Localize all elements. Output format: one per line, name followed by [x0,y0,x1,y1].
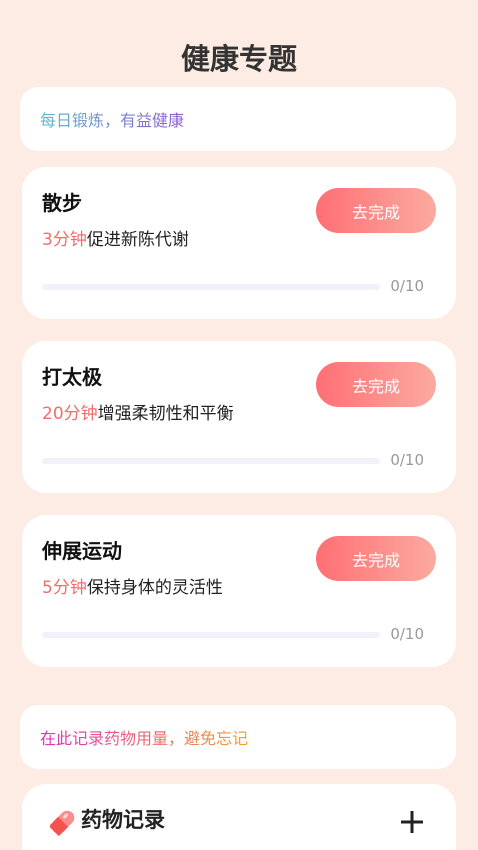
medicine-banner: 在此记录药物用量，避免忘记 [20,705,456,769]
task-card-stretch: 伸展运动 5分钟保持身体的灵活性 去完成 0/10 [22,515,456,667]
plus-icon[interactable] [398,808,426,836]
task-title: 散步 [42,191,82,215]
medicine-banner-text: 在此记录药物用量，避免忘记 [40,725,248,749]
go-complete-button[interactable]: 去完成 [316,536,436,581]
page-title: 健康专题 [180,42,297,76]
task-description: 3分钟促进新陈代谢 [42,225,189,250]
progress-count: 0/10 [390,277,424,295]
task-benefit: 促进新陈代谢 [86,230,189,250]
progress-bar [42,284,380,290]
task-duration: 3分钟 [42,230,87,250]
progress-bar [42,632,380,638]
medicine-record-card[interactable]: 药物记录 [22,784,456,850]
exercise-banner-text: 每日锻炼，有益健康 [40,107,184,131]
task-description: 5分钟保持身体的灵活性 [42,573,223,598]
go-complete-button[interactable]: 去完成 [316,188,436,233]
task-benefit: 增强柔韧性和平衡 [97,404,234,424]
task-card-walk: 散步 3分钟促进新陈代谢 去完成 0/10 [22,167,456,319]
pill-icon [48,808,76,840]
task-title: 打太极 [42,365,102,389]
medicine-record-title: 药物记录 [81,808,165,832]
task-description: 20分钟增强柔韧性和平衡 [42,399,234,424]
task-duration: 5分钟 [42,578,87,598]
progress-count: 0/10 [390,625,424,643]
task-benefit: 保持身体的灵活性 [86,578,223,598]
go-complete-button[interactable]: 去完成 [316,362,436,407]
progress-count: 0/10 [390,451,424,469]
exercise-banner: 每日锻炼，有益健康 [20,87,456,151]
progress-bar [42,458,380,464]
task-title: 伸展运动 [42,539,122,563]
task-card-taichi: 打太极 20分钟增强柔韧性和平衡 去完成 0/10 [22,341,456,493]
task-duration: 20分钟 [42,404,98,424]
